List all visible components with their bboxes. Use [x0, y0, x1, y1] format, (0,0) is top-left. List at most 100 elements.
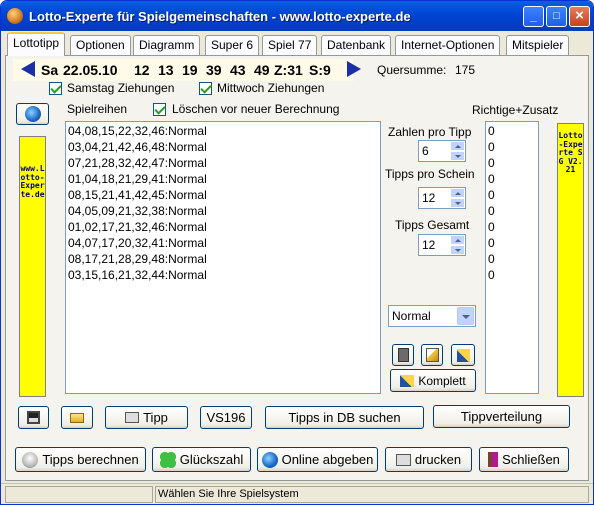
spielreihe-row[interactable]: 01,02,17,21,32,46:Normal [66, 219, 380, 235]
saturday-draws-label: Samstag Ziehungen [67, 81, 175, 95]
spielreihe-row[interactable]: 04,07,17,20,32,41:Normal [66, 235, 380, 251]
zahlen-pro-tipp-value: 6 [422, 144, 429, 158]
website-button[interactable] [16, 103, 49, 125]
tab-internet-optionen[interactable]: Internet-Optionen [395, 35, 501, 55]
tab-super6[interactable]: Super 6 [205, 35, 260, 55]
drucken-button[interactable]: drucken [385, 447, 472, 472]
richtige-row[interactable]: 0 [486, 235, 538, 251]
chevron-down-icon[interactable] [457, 307, 474, 325]
online-abgeben-button[interactable]: Online abgeben [257, 447, 378, 472]
previous-draw-arrow-icon[interactable] [21, 61, 35, 77]
zahlen-pro-tipp-label: Zahlen pro Tipp [388, 125, 472, 139]
edit-icon [425, 348, 439, 362]
status-bar: Wählen Sie Ihre Spielsystem [1, 483, 593, 504]
checksum-label: Quersumme: [377, 63, 447, 77]
spielreihe-row[interactable]: 03,04,21,42,46,48:Normal [66, 139, 380, 155]
tipps-gesamt-spinner[interactable]: 12 [418, 234, 466, 256]
draw-number: 13 [158, 62, 174, 78]
komplett-button[interactable]: Komplett [390, 369, 476, 392]
spin-down-icon[interactable] [450, 198, 465, 208]
clover-icon [159, 451, 176, 468]
floppy-disk-icon [27, 411, 40, 424]
left-promo-text: www.Lotto-Experte.de [20, 164, 45, 199]
spielreihe-row[interactable]: 08,15,21,41,42,45:Normal [66, 187, 380, 203]
tipps-berechnen-button[interactable]: Tipps berechnen [15, 447, 146, 472]
draw-number: 43 [230, 62, 246, 78]
tippverteilung-button[interactable]: Tippverteilung [433, 405, 570, 428]
draw-number: 12 [134, 62, 150, 78]
globe-icon [24, 106, 41, 122]
schliessen-button[interactable]: Schließen [479, 447, 569, 472]
save-button[interactable] [18, 406, 49, 429]
draw-number: 19 [182, 62, 198, 78]
tab-datenbank[interactable]: Datenbank [321, 35, 392, 55]
saturday-draws-checkbox[interactable] [49, 82, 62, 95]
checksum-value: 175 [455, 63, 476, 77]
mode-select[interactable]: Normal [388, 305, 476, 327]
minimize-button[interactable]: _ [523, 6, 544, 27]
gluckszahl-button[interactable]: Glückszahl [152, 447, 251, 472]
clear-before-checkbox[interactable] [153, 103, 166, 116]
globe-icon [261, 451, 278, 468]
tab-lottotipp[interactable]: Lottotipp [7, 32, 66, 56]
open-button[interactable] [61, 406, 93, 429]
app-icon [7, 8, 23, 24]
spin-up-icon[interactable] [450, 141, 465, 151]
richtige-row[interactable]: 0 [486, 187, 538, 203]
left-promo-bar[interactable]: www.Lotto-Experte.de [19, 136, 46, 397]
tipp-print-button[interactable]: Tipp [105, 406, 188, 429]
gluckszahl-label: Glückszahl [179, 452, 244, 467]
richtige-row[interactable]: 0 [486, 171, 538, 187]
spin-down-icon[interactable] [450, 151, 465, 161]
tab-spiel77[interactable]: Spiel 77 [262, 35, 318, 55]
magic-button[interactable] [451, 344, 475, 366]
window-title: Lotto-Experte für Spielgemeinschaften - … [29, 9, 411, 24]
richtige-label: Richtige+Zusatz [472, 103, 559, 117]
right-promo-text: Lotto-Experte SG V2.21 [558, 131, 583, 175]
tipps-pro-schein-label: Tipps pro Schein [385, 167, 475, 181]
spielreihen-list[interactable]: 04,08,15,22,32,46:Normal 03,04,21,42,46,4… [65, 121, 381, 394]
richtige-list[interactable]: 0000000000 [485, 121, 539, 394]
status-message: Wählen Sie Ihre Spielsystem [155, 486, 589, 503]
spin-up-icon[interactable] [450, 188, 465, 198]
printer-icon [125, 412, 140, 423]
tab-diagramm[interactable]: Diagramm [133, 35, 201, 55]
calculator-button[interactable] [392, 344, 414, 366]
richtige-row[interactable]: 0 [486, 219, 538, 235]
tab-mitspieler[interactable]: Mitspieler [506, 35, 570, 55]
online-abgeben-label: Online abgeben [281, 452, 374, 467]
richtige-row[interactable]: 0 [486, 203, 538, 219]
spin-down-icon[interactable] [450, 245, 465, 255]
spielreihe-row[interactable]: 08,17,21,28,29,48:Normal [66, 251, 380, 267]
spielreihe-row[interactable]: 01,04,18,21,29,41:Normal [66, 171, 380, 187]
next-draw-arrow-icon[interactable] [347, 61, 361, 77]
spielreihe-row[interactable]: 03,15,16,21,32,44:Normal [66, 267, 380, 283]
right-promo-bar[interactable]: Lotto-Experte SG V2.21 [557, 123, 584, 397]
edit-tips-button[interactable] [421, 344, 443, 366]
tipps-pro-schein-spinner[interactable]: 12 [418, 187, 466, 209]
exit-door-icon [488, 452, 499, 467]
spielreihe-row[interactable]: 04,08,15,22,32,46:Normal [66, 123, 380, 139]
spielreihe-row[interactable]: 04,05,09,21,32,38:Normal [66, 203, 380, 219]
zahlen-pro-tipp-spinner[interactable]: 6 [418, 140, 466, 162]
richtige-row[interactable]: 0 [486, 123, 538, 139]
richtige-row[interactable]: 0 [486, 267, 538, 283]
close-button[interactable]: × [569, 6, 590, 27]
title-bar[interactable]: Lotto-Experte für Spielgemeinschaften - … [1, 1, 593, 31]
richtige-row[interactable]: 0 [486, 139, 538, 155]
clear-before-label: Löschen vor neuer Berechnung [172, 102, 340, 116]
wand-icon [456, 348, 470, 362]
tab-optionen[interactable]: Optionen [70, 35, 131, 55]
spielreihe-row[interactable]: 07,21,28,32,42,47:Normal [66, 155, 380, 171]
wednesday-draws-checkbox[interactable] [199, 82, 212, 95]
tipps-in-db-suchen-button[interactable]: Tipps in DB suchen [265, 406, 424, 429]
spin-up-icon[interactable] [450, 235, 465, 245]
richtige-row[interactable]: 0 [486, 155, 538, 171]
draw-day: Sa [41, 62, 59, 78]
maximize-button[interactable]: □ [546, 6, 567, 27]
draw-zusatzzahl: Z:31 [274, 62, 303, 78]
richtige-row[interactable]: 0 [486, 251, 538, 267]
schliessen-label: Schließen [502, 452, 560, 467]
vs196-button[interactable]: VS196 [200, 406, 252, 429]
tipp-label: Tipp [143, 410, 168, 425]
